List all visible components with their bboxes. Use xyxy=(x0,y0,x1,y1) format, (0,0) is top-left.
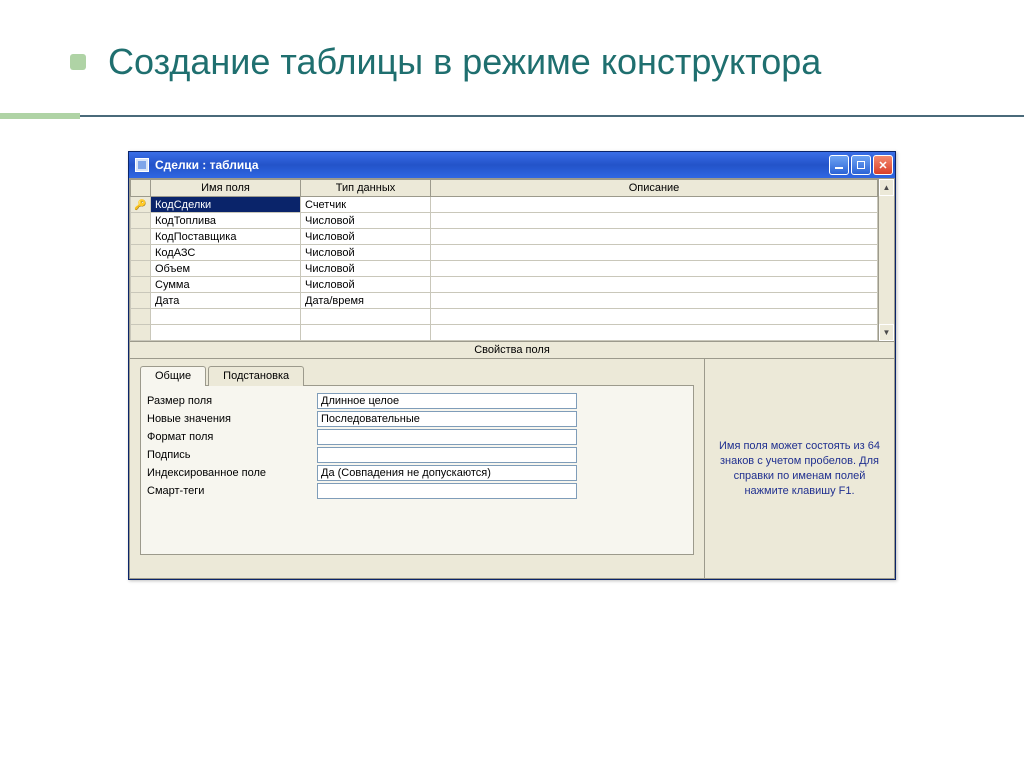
description-cell[interactable] xyxy=(431,197,878,213)
field-name-cell[interactable]: Сумма xyxy=(151,277,301,293)
header-type[interactable]: Тип данных xyxy=(301,180,431,197)
data-type-cell[interactable]: Числовой xyxy=(301,261,431,277)
heading-bullet-icon xyxy=(70,54,86,70)
field-grid[interactable]: Имя поля Тип данных Описание 🔑КодСделкиС… xyxy=(129,178,878,342)
table-row[interactable]: 🔑 КодСделкиСчетчик xyxy=(131,197,878,213)
scroll-up-button[interactable]: ▲ xyxy=(879,179,894,196)
window-title: Сделки : таблица xyxy=(155,158,829,172)
field-name-cell[interactable]: Дата xyxy=(151,293,301,309)
description-cell[interactable] xyxy=(431,293,878,309)
help-text: Имя поля может состоять из 64 знаков с у… xyxy=(715,439,884,498)
row-selector[interactable] xyxy=(131,277,151,293)
property-value[interactable] xyxy=(317,483,577,499)
data-type-cell[interactable]: Счетчик xyxy=(301,197,431,213)
property-value[interactable]: Да (Совпадения не допускаются) xyxy=(317,465,577,481)
property-row: Смарт-теги xyxy=(147,482,687,500)
property-row: Размер поляДлинное целое xyxy=(147,392,687,410)
description-cell[interactable] xyxy=(431,261,878,277)
row-selector[interactable] xyxy=(131,261,151,277)
row-selector[interactable] xyxy=(131,325,151,341)
heading-rule xyxy=(0,107,1024,121)
property-value[interactable] xyxy=(317,429,577,445)
field-grid-area: Имя поля Тип данных Описание 🔑КодСделкиС… xyxy=(129,178,895,342)
access-window: Сделки : таблица ✕ Имя поля Тип данных О… xyxy=(128,151,896,580)
header-selector[interactable] xyxy=(131,180,151,197)
primary-key-icon: 🔑 xyxy=(134,200,146,211)
property-row: Новые значенияПоследовательные xyxy=(147,410,687,428)
field-name-cell[interactable] xyxy=(151,309,301,325)
heading-rule-line xyxy=(80,115,1024,117)
table-icon xyxy=(135,158,149,172)
close-button[interactable]: ✕ xyxy=(873,155,893,175)
header-name[interactable]: Имя поля xyxy=(151,180,301,197)
data-type-cell[interactable]: Числовой xyxy=(301,277,431,293)
help-panel: Имя поля может состоять из 64 знаков с у… xyxy=(704,359,894,578)
row-selector[interactable]: 🔑 xyxy=(131,197,151,213)
data-type-cell[interactable]: Числовой xyxy=(301,213,431,229)
titlebar[interactable]: Сделки : таблица ✕ xyxy=(129,152,895,178)
description-cell[interactable] xyxy=(431,213,878,229)
data-type-cell[interactable] xyxy=(301,309,431,325)
data-type-cell[interactable]: Числовой xyxy=(301,229,431,245)
table-row[interactable]: КодАЗСЧисловой xyxy=(131,245,878,261)
row-selector[interactable] xyxy=(131,213,151,229)
table-row[interactable] xyxy=(131,309,878,325)
heading-area: Создание таблицы в режиме конструктора xyxy=(60,40,964,83)
scroll-down-button[interactable]: ▼ xyxy=(879,324,894,341)
window-buttons: ✕ xyxy=(829,155,893,175)
description-cell[interactable] xyxy=(431,277,878,293)
description-cell[interactable] xyxy=(431,245,878,261)
property-value[interactable] xyxy=(317,447,577,463)
property-row: Подпись xyxy=(147,446,687,464)
field-table: Имя поля Тип данных Описание 🔑КодСделкиС… xyxy=(130,179,878,341)
data-type-cell[interactable]: Числовой xyxy=(301,245,431,261)
table-row[interactable]: ОбъемЧисловой xyxy=(131,261,878,277)
table-row[interactable]: ДатаДата/время xyxy=(131,293,878,309)
table-row[interactable] xyxy=(131,325,878,341)
table-row[interactable]: КодПоставщикаЧисловой xyxy=(131,229,878,245)
properties-body: Размер поляДлинное целоеНовые значенияПо… xyxy=(140,385,694,555)
tab-general[interactable]: Общие xyxy=(140,366,206,386)
field-name-cell[interactable]: КодАЗС xyxy=(151,245,301,261)
minimize-button[interactable] xyxy=(829,155,849,175)
properties-header: Свойства поля xyxy=(129,342,895,359)
data-type-cell[interactable] xyxy=(301,325,431,341)
field-name-cell[interactable] xyxy=(151,325,301,341)
property-row: Формат поля xyxy=(147,428,687,446)
property-label: Индексированное поле xyxy=(147,467,317,479)
table-row[interactable]: СуммаЧисловой xyxy=(131,277,878,293)
table-row[interactable]: КодТопливаЧисловой xyxy=(131,213,878,229)
row-selector[interactable] xyxy=(131,245,151,261)
slide-title: Создание таблицы в режиме конструктора xyxy=(108,40,964,83)
property-tabs: Общие Подстановка xyxy=(140,366,694,386)
data-type-cell[interactable]: Дата/время xyxy=(301,293,431,309)
tab-lookup[interactable]: Подстановка xyxy=(208,366,304,386)
lower-pane: Общие Подстановка Размер поляДлинное цел… xyxy=(129,359,895,579)
property-row: Индексированное полеДа (Совпадения не до… xyxy=(147,464,687,482)
field-name-cell[interactable]: КодТоплива xyxy=(151,213,301,229)
maximize-button[interactable] xyxy=(851,155,871,175)
field-name-cell[interactable]: КодПоставщика xyxy=(151,229,301,245)
property-label: Новые значения xyxy=(147,413,317,425)
field-name-cell[interactable]: Объем xyxy=(151,261,301,277)
slide: Создание таблицы в режиме конструктора С… xyxy=(0,0,1024,768)
row-selector[interactable] xyxy=(131,309,151,325)
properties-panel: Общие Подстановка Размер поляДлинное цел… xyxy=(130,359,704,578)
property-value[interactable]: Длинное целое xyxy=(317,393,577,409)
field-name-cell[interactable]: КодСделки xyxy=(151,197,301,213)
description-cell[interactable] xyxy=(431,309,878,325)
row-selector[interactable] xyxy=(131,229,151,245)
header-desc[interactable]: Описание xyxy=(431,180,878,197)
property-label: Подпись xyxy=(147,449,317,461)
row-selector[interactable] xyxy=(131,293,151,309)
property-label: Смарт-теги xyxy=(147,485,317,497)
property-label: Размер поля xyxy=(147,395,317,407)
description-cell[interactable] xyxy=(431,325,878,341)
description-cell[interactable] xyxy=(431,229,878,245)
property-value[interactable]: Последовательные xyxy=(317,411,577,427)
heading-rule-accent xyxy=(0,113,80,119)
vertical-scrollbar[interactable]: ▲ ▼ xyxy=(878,178,895,342)
property-label: Формат поля xyxy=(147,431,317,443)
